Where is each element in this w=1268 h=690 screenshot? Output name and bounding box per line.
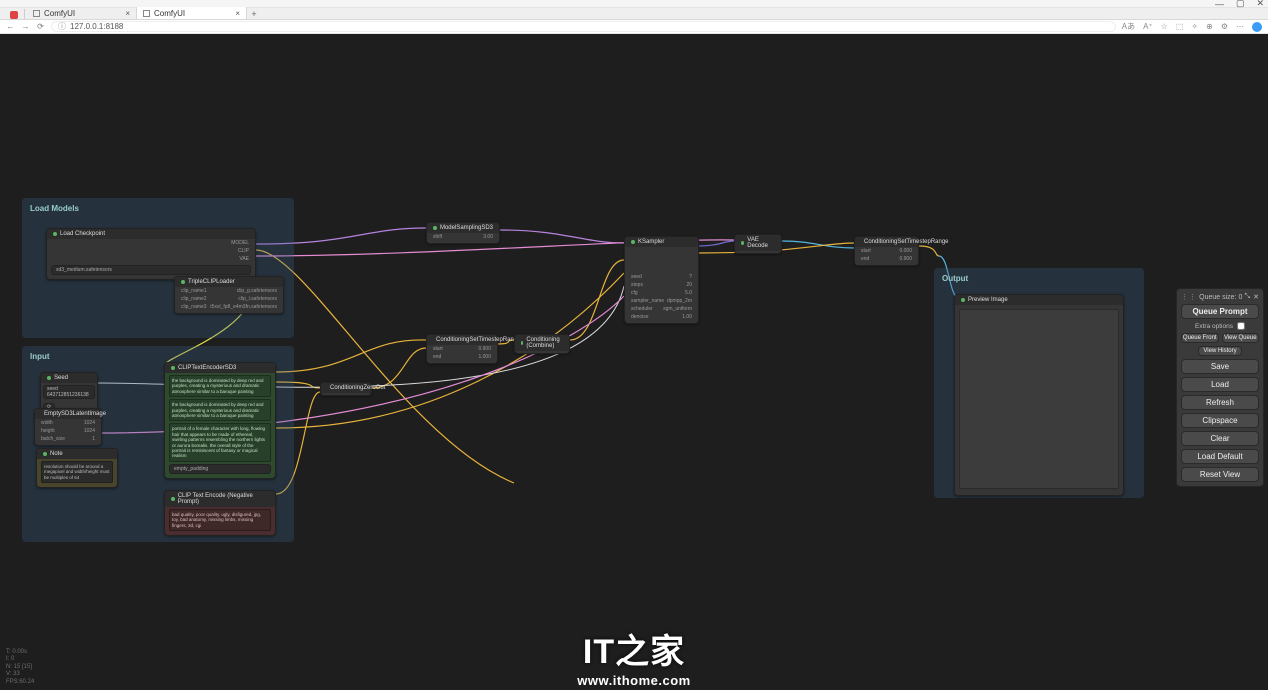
node-note[interactable]: Note resolution should be around a megap… <box>36 448 118 488</box>
tab-close-icon[interactable]: × <box>125 9 130 18</box>
node-title: CLIPTextEncoderSD3 <box>178 365 236 371</box>
node-title: Load Checkpoint <box>60 231 105 237</box>
preview-image-area <box>959 309 1119 489</box>
control-panel[interactable]: ⋮⋮ Queue size: 0 ⤡ ✕ Queue Prompt Extra … <box>1176 288 1264 487</box>
negative-prompt[interactable]: bad quality, poor quality, ugly, disfigu… <box>169 509 271 531</box>
group-title: Load Models <box>26 202 290 215</box>
load-button[interactable]: Load <box>1181 377 1259 392</box>
queue-front-button[interactable]: Queue Front <box>1181 333 1219 343</box>
node-load-checkpoint[interactable]: Load Checkpoint MODEL CLIP VAE sd3_mediu… <box>46 228 256 280</box>
collections-icon[interactable]: ⬚ <box>1176 22 1184 31</box>
node-conditioning-timestep-range-1[interactable]: ConditioningSetTimestepRange start0.900 … <box>426 334 498 364</box>
settings-icon[interactable]: ⚙ <box>1221 22 1228 31</box>
url-bar: ← → ⟳ ⓘ 127.0.0.1:8188 Aあ A⁺ ☆ ⬚ ✧ ⊕ ⚙ ⋯ <box>0 20 1268 34</box>
refresh-button[interactable]: Refresh <box>1181 395 1259 410</box>
nav-forward-icon[interactable]: → <box>21 22 30 31</box>
prompt-g[interactable]: the background is dominated by deep red … <box>169 375 271 397</box>
node-title: EmptySD3LatentImage <box>44 411 106 417</box>
seed-value[interactable]: seed 643712851236138 <box>43 385 95 399</box>
node-title: KSampler <box>638 239 664 245</box>
more-icon[interactable]: ⋯ <box>1236 22 1244 31</box>
load-default-button[interactable]: Load Default <box>1181 449 1259 464</box>
node-conditioning-combine[interactable]: Conditioning (Combine) <box>514 334 570 354</box>
queue-size-label: Queue size: <box>1199 294 1236 301</box>
node-title: Preview Image <box>968 297 1008 303</box>
downloads-icon[interactable]: ⊕ <box>1206 22 1213 31</box>
node-clip-text-encode[interactable]: CLIPTextEncoderSD3 the background is dom… <box>164 362 276 479</box>
node-title: Note <box>50 451 63 457</box>
new-tab-button[interactable]: + <box>247 9 261 19</box>
window-close[interactable]: ✕ <box>1256 0 1264 9</box>
save-button[interactable]: Save <box>1181 359 1259 374</box>
node-ksampler[interactable]: KSampler seed? steps20 cfg5.0 sampler_na… <box>624 236 699 324</box>
view-history-button[interactable]: View History <box>1198 346 1241 356</box>
node-model-sampling-sd3[interactable]: ModelSamplingSD3 shift3.00 <box>426 222 500 244</box>
node-conditioning-timestep-range-2[interactable]: ConditioningSetTimestepRange start0.000 … <box>854 236 919 266</box>
tab-label: ComfyUI <box>44 9 75 18</box>
node-title: ConditioningSetTimestepRange <box>436 337 521 343</box>
app-icon <box>10 11 18 19</box>
panel-resize-icon[interactable]: ⤡ <box>1245 293 1251 301</box>
note-text[interactable]: resolution should be around a megapixel … <box>41 461 113 483</box>
node-title: VAE Decode <box>747 237 775 249</box>
favicon-icon <box>143 10 150 17</box>
toolbar-right: Aあ A⁺ ☆ ⬚ ✧ ⊕ ⚙ ⋯ <box>1122 21 1262 32</box>
group-title: Output <box>938 272 1140 285</box>
extensions-icon[interactable]: ✧ <box>1191 22 1198 31</box>
prompt-l[interactable]: the background is dominated by deep red … <box>169 399 271 421</box>
clipspace-button[interactable]: Clipspace <box>1181 413 1259 428</box>
nav-reload-icon[interactable]: ⟳ <box>36 22 45 31</box>
view-queue-button[interactable]: View Queue <box>1222 333 1260 343</box>
node-title: Seed <box>54 375 68 381</box>
ckpt-field[interactable]: sd3_medium.safetensors <box>51 265 251 275</box>
node-preview-image[interactable]: Preview Image <box>954 294 1124 496</box>
reset-view-button[interactable]: Reset View <box>1181 467 1259 482</box>
queue-size-value: 0 <box>1238 294 1242 301</box>
node-title: ConditioningZeroOut <box>330 385 385 391</box>
extra-options-label: Extra options <box>1195 323 1233 330</box>
node-vae-decode[interactable]: VAE Decode <box>734 234 782 254</box>
window-minimize[interactable]: — <box>1215 0 1224 9</box>
extra-options-checkbox[interactable] <box>1237 322 1245 330</box>
canvas-stats: T: 0.00s I: 0 N: 15 [15] V: 33 FPS:60.24 <box>6 649 34 687</box>
node-conditioning-zero-out[interactable]: ConditioningZeroOut <box>320 382 372 396</box>
panel-close-icon[interactable]: ✕ <box>1253 293 1259 301</box>
favorites-icon[interactable]: ☆ <box>1161 22 1168 31</box>
tab-label: ComfyUI <box>154 9 185 18</box>
divider <box>24 9 25 19</box>
queue-prompt-button[interactable]: Queue Prompt <box>1181 304 1259 319</box>
node-title: TripleCLIPLoader <box>188 279 235 285</box>
nav-back-icon[interactable]: ← <box>6 22 15 31</box>
node-title: ConditioningSetTimestepRange <box>864 239 949 245</box>
translate-icon[interactable]: Aあ <box>1122 21 1135 32</box>
favicon-icon <box>33 10 40 17</box>
workspace[interactable]: Load Models Input Output Load Checkpoint… <box>0 34 1268 690</box>
node-title: ModelSamplingSD3 <box>440 225 493 231</box>
window-maximize[interactable]: ▢ <box>1236 0 1245 9</box>
node-clip-text-encode-negative[interactable]: CLIP Text Encode (Negative Prompt) bad q… <box>164 490 276 536</box>
clear-button[interactable]: Clear <box>1181 431 1259 446</box>
prompt-t5[interactable]: portrait of a female character with long… <box>169 423 271 461</box>
node-title: CLIP Text Encode (Negative Prompt) <box>178 493 269 505</box>
profile-avatar[interactable] <box>1252 22 1262 32</box>
browser-tab-1[interactable]: ComfyUI × <box>27 7 137 19</box>
site-info-icon[interactable]: ⓘ <box>58 21 66 32</box>
node-triple-clip-loader[interactable]: TripleCLIPLoader clip_name1clip_g.safete… <box>174 276 284 314</box>
address-box[interactable]: ⓘ 127.0.0.1:8188 <box>51 21 1116 32</box>
node-empty-latent[interactable]: EmptySD3LatentImage width1024 height1024… <box>34 408 102 446</box>
read-aloud-icon[interactable]: A⁺ <box>1143 22 1153 31</box>
tab-close-icon[interactable]: × <box>235 9 240 18</box>
empty-padding-field[interactable]: empty_padding <box>169 464 271 474</box>
address-text: 127.0.0.1:8188 <box>70 22 123 31</box>
browser-tab-2[interactable]: ComfyUI × <box>137 7 247 19</box>
panel-drag-handle[interactable]: ⋮⋮ <box>1181 293 1197 301</box>
node-title: Conditioning (Combine) <box>526 337 563 349</box>
node-graph-canvas[interactable]: Load Models Input Output Load Checkpoint… <box>4 38 1264 686</box>
tab-strip: ComfyUI × ComfyUI × + <box>0 8 1268 20</box>
